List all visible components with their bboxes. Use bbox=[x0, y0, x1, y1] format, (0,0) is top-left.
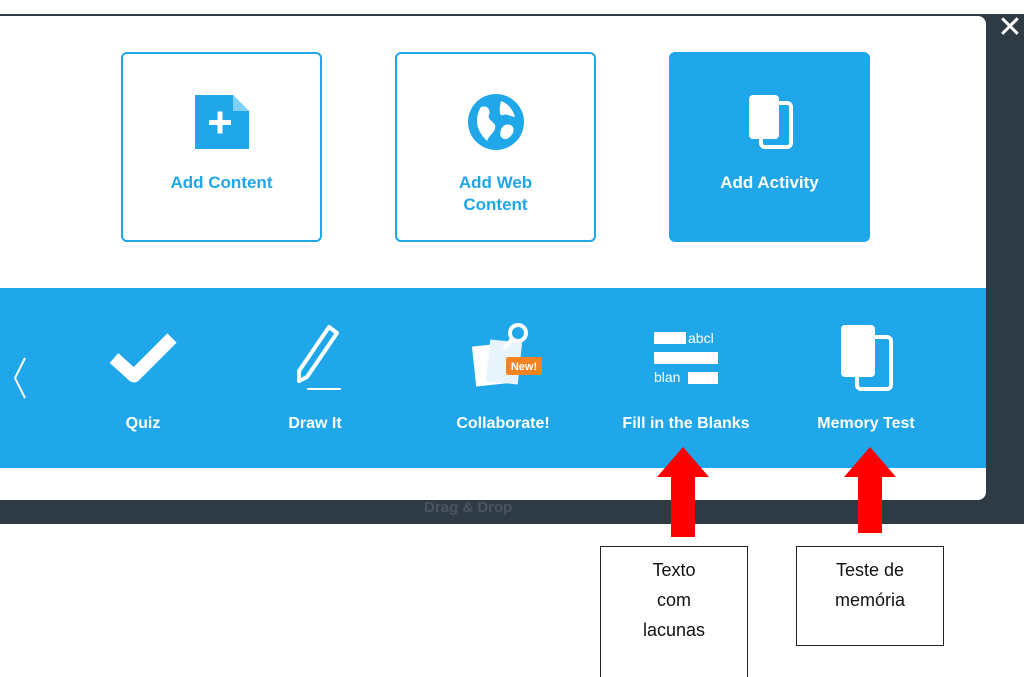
drag-drop-partial-label: Drag & Drop bbox=[424, 499, 513, 516]
add-content-button[interactable]: Add Content bbox=[121, 52, 322, 242]
activity-collaborate[interactable]: New! Collaborate! bbox=[428, 288, 578, 468]
chevron-left-icon[interactable] bbox=[10, 354, 30, 402]
globe-icon bbox=[464, 90, 528, 154]
memory-cards-icon bbox=[806, 318, 926, 398]
add-web-content-button[interactable]: Add Web Content bbox=[395, 52, 596, 242]
fill-blanks-icon-text-2: blan bbox=[654, 369, 680, 385]
add-activity-button[interactable]: Add Activity bbox=[669, 52, 870, 242]
fill-blanks-icon-text-1: abcl bbox=[688, 330, 714, 346]
add-content-label: Add Content bbox=[170, 173, 273, 192]
annotation-line: memória bbox=[834, 590, 905, 610]
arrow-up-icon bbox=[657, 447, 709, 537]
activity-quiz[interactable]: Quiz bbox=[73, 288, 213, 468]
annotation-line: Teste de bbox=[835, 560, 905, 580]
activity-fill-in-the-blanks[interactable]: abcl blan Fill in the Blanks bbox=[600, 288, 772, 468]
checkmark-icon bbox=[83, 318, 203, 398]
fill-blanks-icon: abcl blan bbox=[626, 318, 746, 398]
add-activity-label: Add Activity bbox=[720, 173, 819, 192]
activity-memory-test[interactable]: Memory Test bbox=[796, 288, 936, 468]
annotation-line: lacunas bbox=[642, 620, 706, 640]
activity-draw-it[interactable]: Draw It bbox=[245, 288, 385, 468]
close-icon[interactable]: ✕ bbox=[996, 13, 1024, 43]
pencil-icon bbox=[255, 318, 375, 398]
annotation-line: Texto bbox=[652, 560, 696, 580]
copy-cards-icon bbox=[738, 90, 802, 154]
file-plus-icon bbox=[190, 90, 254, 154]
memory-test-label: Memory Test bbox=[817, 415, 915, 432]
quiz-label: Quiz bbox=[125, 415, 161, 432]
top-margin bbox=[0, 0, 1024, 14]
draw-it-label: Draw It bbox=[288, 415, 342, 432]
activity-strip: Quiz Draw It New! Collaborate! abcl blan… bbox=[0, 288, 986, 468]
annotation-fill-in-the-blanks: Texto com lacunas bbox=[600, 546, 748, 677]
new-badge-text: New! bbox=[511, 361, 537, 373]
collaborate-icon: New! bbox=[443, 318, 563, 398]
add-web-content-label: Add Web Content bbox=[458, 173, 533, 214]
fill-in-the-blanks-label: Fill in the Blanks bbox=[622, 415, 750, 432]
annotation-memory-test: Teste de memória bbox=[796, 546, 944, 646]
add-item-modal: Add Content Add Web Content Add Activity bbox=[0, 16, 986, 500]
annotation-line: com bbox=[656, 590, 691, 610]
collaborate-label: Collaborate! bbox=[456, 415, 550, 432]
arrow-up-icon bbox=[844, 447, 896, 533]
